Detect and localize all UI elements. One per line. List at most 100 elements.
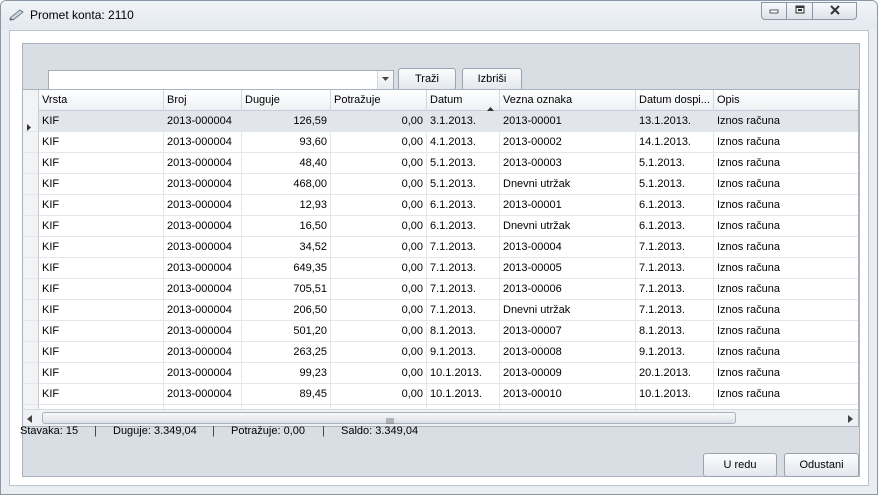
cell-duguje[interactable]: 468,00 <box>242 174 331 195</box>
table-row[interactable]: KIF 2013-000004 649,35 0,00 7.1.2013. 2013-00… <box>23 258 858 279</box>
search-combobox[interactable] <box>48 70 394 90</box>
cell-datum[interactable]: 7.1.2013. <box>427 258 500 279</box>
cell-datum[interactable]: 3.1.2013. <box>427 111 500 132</box>
cell-vrsta[interactable]: KIF <box>39 258 164 279</box>
cell-opis[interactable]: Iznos računa <box>714 237 858 258</box>
table-row[interactable]: KIF 2013-000004 12,93 0,00 6.1.2013. 2013-000… <box>23 195 858 216</box>
cell-potrazuje[interactable]: 0,00 <box>331 363 427 384</box>
column-header-broj[interactable]: Broj <box>164 90 242 111</box>
table-row[interactable]: KIF 2013-000004 93,60 0,00 4.1.2013. 2013-000… <box>23 132 858 153</box>
cell-datum[interactable]: 7.1.2013. <box>427 300 500 321</box>
row-indicator[interactable] <box>23 195 39 216</box>
cell-broj[interactable]: 2013-000004 <box>164 111 242 132</box>
cell-duguje[interactable]: 705,51 <box>242 279 331 300</box>
cell-duguje[interactable]: 89,45 <box>242 384 331 405</box>
scrollbar-thumb[interactable] <box>42 412 736 424</box>
cell-datum[interactable]: 6.1.2013. <box>427 195 500 216</box>
cell-datum[interactable]: 5.1.2013. <box>427 174 500 195</box>
cell-vrsta[interactable]: KIF <box>39 237 164 258</box>
cell-duguje[interactable]: 93,60 <box>242 132 331 153</box>
scroll-right-icon[interactable] <box>848 414 853 426</box>
combo-dropdown-button[interactable] <box>377 71 393 89</box>
cell-broj[interactable]: 2013-000004 <box>164 258 242 279</box>
cell-vrsta[interactable]: KIF <box>39 111 164 132</box>
cell-duguje[interactable]: 501,20 <box>242 321 331 342</box>
cell-vezna-oznaka[interactable]: Dnevni utržak <box>500 174 636 195</box>
cell-vezna-oznaka[interactable]: 2013-00002 <box>500 132 636 153</box>
row-indicator[interactable] <box>23 384 39 405</box>
cell-opis[interactable]: Iznos računa <box>714 321 858 342</box>
cell-datum[interactable]: 6.1.2013. <box>427 216 500 237</box>
cell-broj[interactable]: 2013-000004 <box>164 279 242 300</box>
cell-opis[interactable]: Iznos računa <box>714 195 858 216</box>
cell-vezna-oznaka[interactable]: 2013-00007 <box>500 321 636 342</box>
cell-duguje[interactable]: 34,52 <box>242 237 331 258</box>
cell-datum-dospijeca[interactable]: 6.1.2013. <box>636 216 714 237</box>
cell-opis[interactable]: Iznos računa <box>714 258 858 279</box>
cell-datum-dospijeca[interactable]: 7.1.2013. <box>636 300 714 321</box>
cell-datum-dospijeca[interactable]: 20.1.2013. <box>636 363 714 384</box>
row-indicator[interactable] <box>23 279 39 300</box>
column-header-datum-dospijeca[interactable]: Datum dospi... <box>636 90 714 111</box>
cell-vrsta[interactable]: KIF <box>39 132 164 153</box>
cell-potrazuje[interactable]: 0,00 <box>331 279 427 300</box>
cell-vezna-oznaka[interactable]: 2013-00010 <box>500 384 636 405</box>
row-indicator[interactable] <box>23 216 39 237</box>
cell-vrsta[interactable]: KIF <box>39 195 164 216</box>
cell-datum-dospijeca[interactable]: 7.1.2013. <box>636 279 714 300</box>
cell-broj[interactable]: 2013-000004 <box>164 216 242 237</box>
cell-broj[interactable]: 2013-000004 <box>164 321 242 342</box>
table-row[interactable]: KIF 2013-000004 89,45 0,00 10.1.2013. 2013-00… <box>23 384 858 405</box>
cell-datum-dospijeca[interactable]: 13.1.2013. <box>636 111 714 132</box>
cell-datum[interactable]: 10.1.2013. <box>427 363 500 384</box>
cell-datum[interactable]: 5.1.2013. <box>427 153 500 174</box>
cell-potrazuje[interactable]: 0,00 <box>331 132 427 153</box>
cell-datum[interactable]: 7.1.2013. <box>427 237 500 258</box>
cell-opis[interactable]: Iznos računa <box>714 300 858 321</box>
row-indicator[interactable] <box>23 300 39 321</box>
cell-potrazuje[interactable]: 0,00 <box>331 342 427 363</box>
cell-duguje[interactable]: 263,25 <box>242 342 331 363</box>
cell-datum-dospijeca[interactable]: 6.1.2013. <box>636 195 714 216</box>
close-button[interactable] <box>813 2 857 20</box>
row-indicator[interactable] <box>23 132 39 153</box>
column-header-datum[interactable]: Datum <box>427 90 500 111</box>
cell-vrsta[interactable]: KIF <box>39 384 164 405</box>
cell-duguje[interactable]: 206,50 <box>242 300 331 321</box>
cell-broj[interactable]: 2013-000004 <box>164 132 242 153</box>
search-button[interactable]: Traži <box>398 68 456 91</box>
cell-vezna-oznaka[interactable]: 2013-00001 <box>500 111 636 132</box>
cell-datum[interactable]: 4.1.2013. <box>427 132 500 153</box>
cell-vezna-oznaka[interactable]: Dnevni utržak <box>500 216 636 237</box>
table-row[interactable]: KIF 2013-000004 16,50 0,00 6.1.2013. Dnevni u… <box>23 216 858 237</box>
cell-vrsta[interactable]: KIF <box>39 342 164 363</box>
cell-potrazuje[interactable]: 0,00 <box>331 153 427 174</box>
cell-potrazuje[interactable]: 0,00 <box>331 258 427 279</box>
table-row[interactable]: KIF 2013-000004 126,59 0,00 3.1.2013. 2013-00… <box>23 111 858 132</box>
title-bar[interactable]: Promet konta: 2110 <box>1 1 877 29</box>
cell-potrazuje[interactable]: 0,00 <box>331 300 427 321</box>
cell-potrazuje[interactable]: 0,00 <box>331 111 427 132</box>
cell-broj[interactable]: 2013-000004 <box>164 237 242 258</box>
cell-opis[interactable]: Iznos računa <box>714 132 858 153</box>
cell-vrsta[interactable]: KIF <box>39 216 164 237</box>
maximize-button[interactable] <box>787 2 813 20</box>
cell-vezna-oznaka[interactable]: 2013-00004 <box>500 237 636 258</box>
cell-duguje[interactable]: 48,40 <box>242 153 331 174</box>
row-indicator[interactable] <box>23 111 39 132</box>
row-indicator[interactable] <box>23 237 39 258</box>
cell-datum-dospijeca[interactable]: 7.1.2013. <box>636 258 714 279</box>
cell-datum-dospijeca[interactable]: 9.1.2013. <box>636 342 714 363</box>
cell-opis[interactable]: Iznos računa <box>714 153 858 174</box>
cell-datum[interactable]: 8.1.2013. <box>427 321 500 342</box>
cell-broj[interactable]: 2013-000004 <box>164 384 242 405</box>
cell-vrsta[interactable]: KIF <box>39 300 164 321</box>
cell-potrazuje[interactable]: 0,00 <box>331 195 427 216</box>
cell-vezna-oznaka[interactable]: Dnevni utržak <box>500 300 636 321</box>
cell-vrsta[interactable]: KIF <box>39 321 164 342</box>
cancel-button[interactable]: Odustani <box>784 453 859 477</box>
cell-potrazuje[interactable]: 0,00 <box>331 174 427 195</box>
row-indicator[interactable] <box>23 363 39 384</box>
table-row[interactable]: KIF 2013-000004 99,23 0,00 10.1.2013. 2013-00… <box>23 363 858 384</box>
cell-opis[interactable]: Iznos računa <box>714 111 858 132</box>
